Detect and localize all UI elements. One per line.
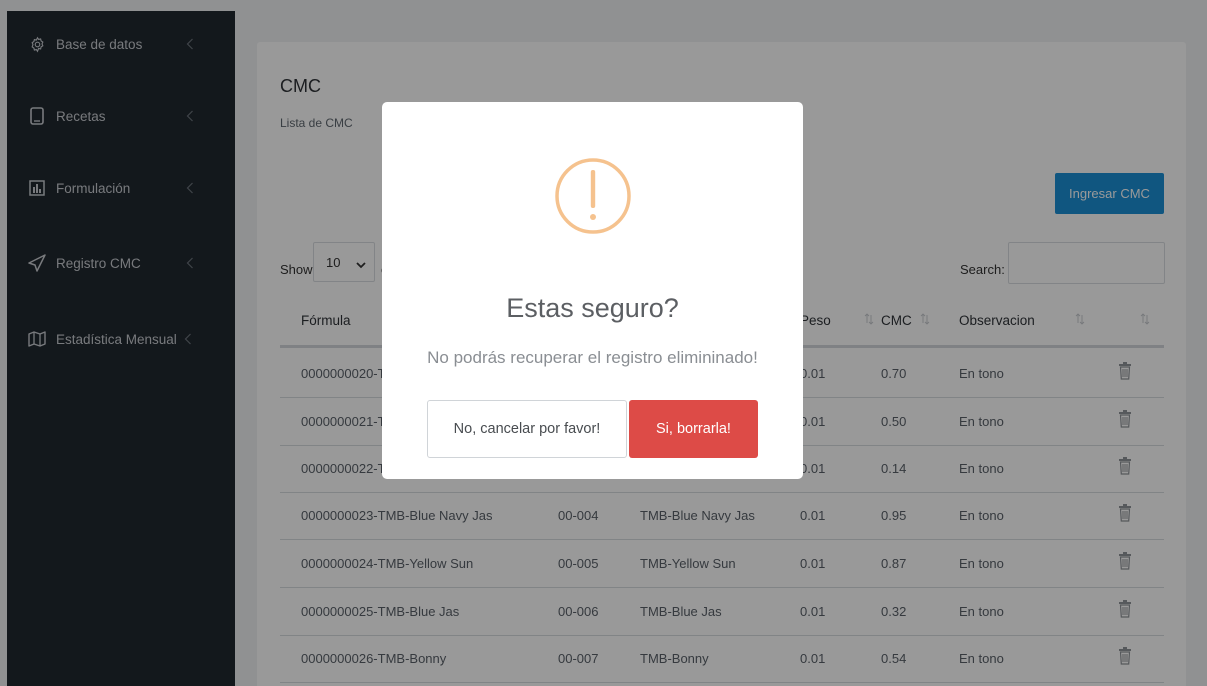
cancel-button[interactable]: No, cancelar por favor!	[427, 400, 627, 458]
warning-icon	[553, 156, 633, 236]
confirm-delete-button[interactable]: Si, borrarla!	[629, 400, 758, 458]
confirm-dialog: Estas seguro? No podrás recuperar el reg…	[382, 102, 803, 479]
dialog-message: No podrás recuperar el registro eliminin…	[427, 348, 758, 367]
dialog-title: Estas seguro?	[506, 293, 679, 323]
